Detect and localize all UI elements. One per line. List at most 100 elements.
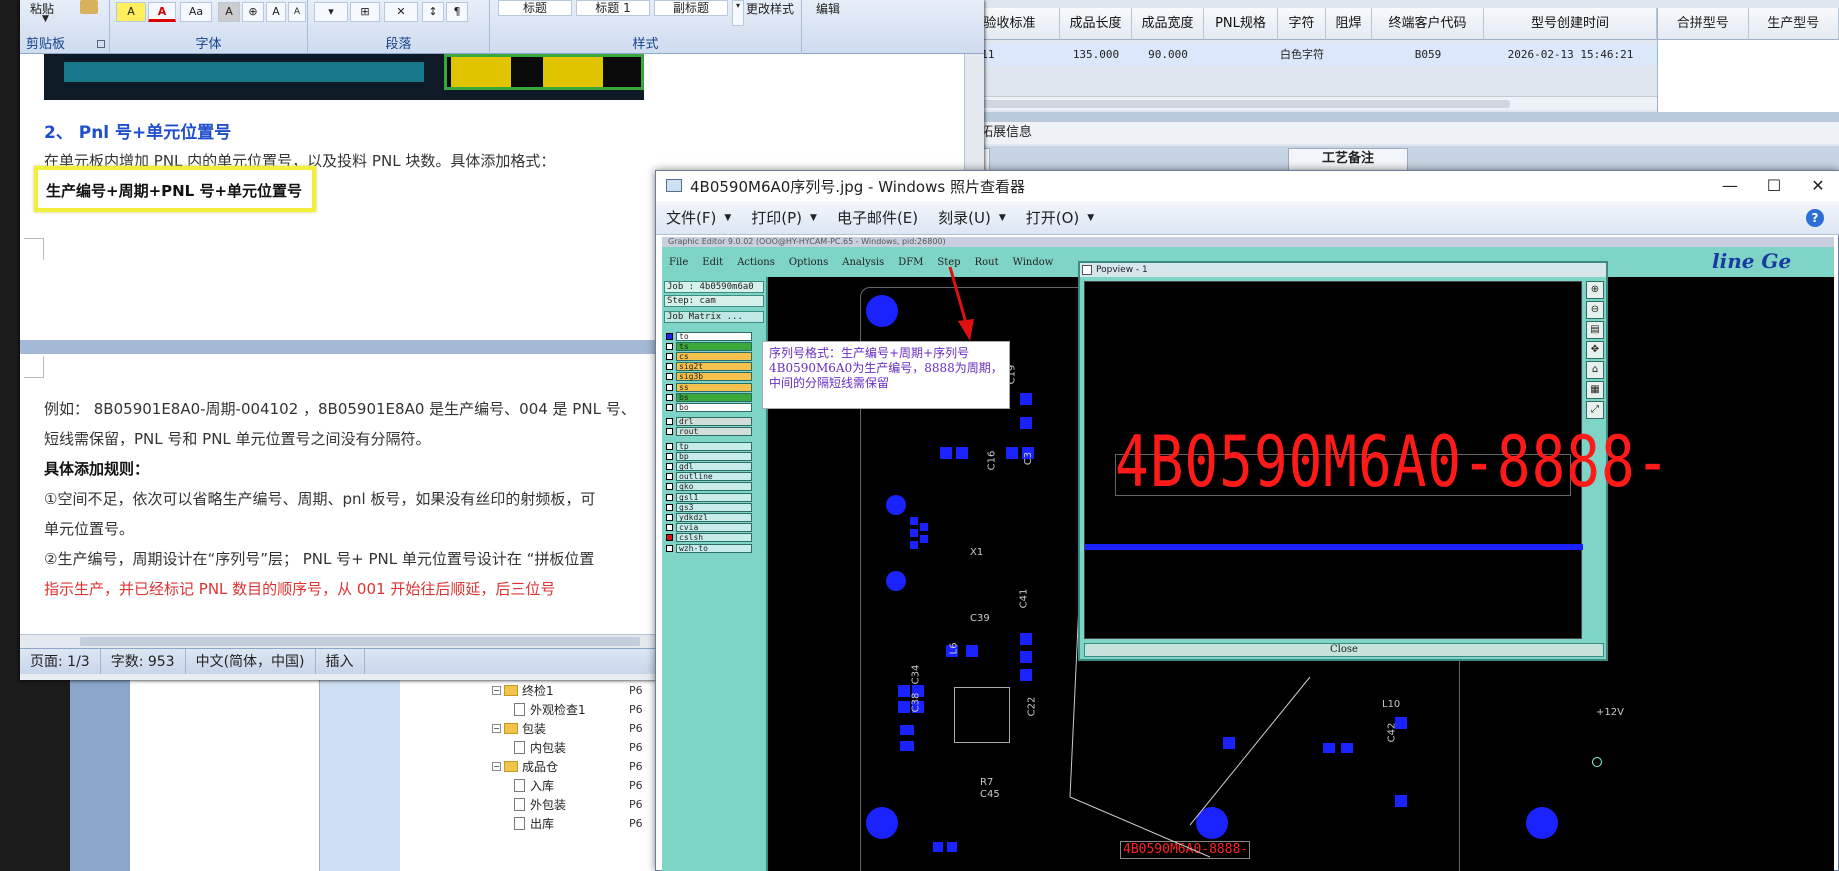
sort-button[interactable]: ↕ [422, 2, 444, 22]
layer-row[interactable]: ts [666, 341, 764, 351]
col-header[interactable]: 阻焊 [1326, 8, 1372, 40]
layer-row[interactable]: sig2t [666, 362, 764, 372]
layer-row[interactable]: gsl1 [666, 492, 764, 502]
layer-checkbox[interactable] [666, 462, 673, 470]
highlight-button[interactable]: A [116, 2, 146, 22]
show-marks-button[interactable]: ¶ [446, 2, 468, 22]
col-header[interactable]: 成品长度 [1060, 8, 1132, 40]
job-matrix-button[interactable]: Job Matrix ... [664, 311, 764, 323]
font-color-button[interactable]: A [148, 2, 176, 22]
layer-row[interactable]: gdl [666, 461, 764, 471]
zoom-out-icon[interactable]: ⊖ [1586, 301, 1604, 319]
popview-menu-icon[interactable] [1082, 265, 1092, 275]
scroll-thumb[interactable] [80, 637, 640, 646]
col-header[interactable]: 型号创建时间 [1484, 8, 1657, 40]
tools-button[interactable]: ✕ [384, 2, 418, 22]
popview-close-button[interactable]: Close [1084, 643, 1604, 657]
cam-menu-item[interactable]: Options [782, 257, 835, 268]
col-header[interactable]: 生产型号 [1749, 8, 1839, 40]
layer-row[interactable]: gs3 [666, 502, 764, 512]
enclose-char-button[interactable]: ⊕ [242, 2, 264, 22]
layer-checkbox[interactable] [666, 363, 673, 371]
layer-checkbox[interactable] [666, 493, 673, 501]
col-header[interactable]: 成品宽度 [1132, 8, 1204, 40]
collapse-icon[interactable]: − [492, 686, 501, 695]
pan-icon[interactable]: ✥ [1586, 341, 1604, 359]
layer-checkbox[interactable] [666, 418, 673, 426]
tab-process-note[interactable]: 工艺备注 [1288, 148, 1408, 170]
layer-row[interactable]: bp [666, 451, 764, 461]
fit-icon[interactable]: ⤢ [1586, 401, 1604, 419]
menu-item[interactable]: 文件(F) ▼ [656, 207, 741, 228]
layer-row[interactable]: bo [666, 402, 764, 412]
cam-menu-item[interactable]: Window [1006, 257, 1061, 268]
layer-checkbox[interactable] [666, 373, 673, 381]
menu-item[interactable]: 打印(P) ▼ [741, 207, 827, 228]
style-title[interactable]: 标题 [498, 0, 572, 16]
tree-item[interactable]: − 包装 P6 [492, 719, 662, 738]
table-row[interactable]: 2011 135.000 90.000 白色字符 B059 2026-02-13… [960, 44, 1657, 66]
print-icon[interactable]: ▤ [1586, 321, 1604, 339]
layer-checkbox[interactable] [666, 483, 673, 491]
layer-checkbox[interactable] [666, 534, 673, 542]
layer-row[interactable]: drl [666, 417, 764, 427]
close-button[interactable]: ✕ [1796, 171, 1839, 201]
home-icon[interactable]: ⌂ [1586, 361, 1604, 379]
change-case-button[interactable]: Aa [180, 2, 212, 22]
layer-row[interactable]: wzh-to [666, 543, 764, 553]
layer-row[interactable]: rout [666, 427, 764, 437]
layer-checkbox[interactable] [666, 342, 673, 350]
layer-checkbox[interactable] [666, 332, 673, 340]
splitter[interactable] [960, 112, 1839, 122]
style-subtitle[interactable]: 副标题 [654, 0, 728, 16]
shrink-font-button[interactable]: A [288, 2, 306, 22]
layer-checkbox[interactable] [666, 473, 673, 481]
tree-item[interactable]: − 成品仓 P6 [492, 757, 662, 776]
word-count[interactable]: 字数: 953 [101, 649, 186, 674]
cam-menu-item[interactable]: File [662, 257, 695, 268]
grow-font-button[interactable]: A [266, 2, 286, 22]
menu-item[interactable]: 刻录(U) ▼ [928, 207, 1016, 228]
title-bar[interactable]: 4B0590M6A0序列号.jpg - Windows 照片查看器 — ☐ ✕ [656, 171, 1839, 201]
layer-checkbox[interactable] [666, 503, 673, 511]
maximize-button[interactable]: ☐ [1752, 171, 1796, 201]
layer-row[interactable]: ydkdzl [666, 512, 764, 522]
layer-checkbox[interactable] [666, 428, 673, 436]
tree-item[interactable]: − 终检1 P6 [492, 681, 662, 700]
layer-checkbox[interactable] [666, 524, 673, 532]
layer-checkbox[interactable] [666, 513, 673, 521]
change-styles-button[interactable]: 更改样式 [746, 0, 794, 17]
help-icon[interactable]: ? [1806, 209, 1824, 227]
style-heading1[interactable]: 标题 1 [576, 0, 650, 16]
collapse-icon[interactable]: − [492, 724, 501, 733]
layer-row[interactable]: sig3b [666, 372, 764, 382]
insert-mode[interactable]: 插入 [316, 649, 365, 674]
layer-row[interactable]: bs [666, 392, 764, 402]
dialog-launcher-icon[interactable] [97, 40, 105, 48]
col-header[interactable]: 合拼型号 [1658, 8, 1749, 40]
layer-row[interactable]: cs [666, 351, 764, 361]
zoom-in-icon[interactable]: ⊕ [1586, 281, 1604, 299]
menu-item[interactable]: 电子邮件(E) [827, 207, 928, 228]
col-header[interactable]: PNL规格 [1204, 8, 1278, 40]
layer-checkbox[interactable] [666, 393, 673, 401]
layer-row[interactable]: outline [666, 472, 764, 482]
photo-canvas[interactable]: Graphic Editor 9.0.02 (OOO@HY-HYCAM-PC.6… [662, 237, 1834, 871]
menu-item[interactable]: 打开(O) ▼ [1016, 207, 1104, 228]
layer-checkbox[interactable] [666, 544, 673, 552]
minimize-button[interactable]: — [1708, 171, 1752, 201]
collapse-icon[interactable]: − [492, 762, 501, 771]
cam-menu-item[interactable]: Actions [730, 257, 782, 268]
cam-menu-item[interactable]: DFM [891, 257, 930, 268]
format-painter-icon[interactable] [80, 0, 98, 14]
layer-checkbox[interactable] [666, 383, 673, 391]
layer-checkbox[interactable] [666, 442, 673, 450]
styles-more-icon[interactable]: ▾ [732, 0, 744, 26]
language-indicator[interactable]: 中文(简体，中国) [186, 649, 316, 674]
layer-row[interactable]: tp [666, 441, 764, 451]
border-button[interactable]: ⊞ [350, 2, 380, 22]
layer-row[interactable]: qko [666, 482, 764, 492]
char-shading-button[interactable]: A [218, 2, 240, 22]
layer-row[interactable]: ss [666, 382, 764, 392]
layer-checkbox[interactable] [666, 352, 673, 360]
